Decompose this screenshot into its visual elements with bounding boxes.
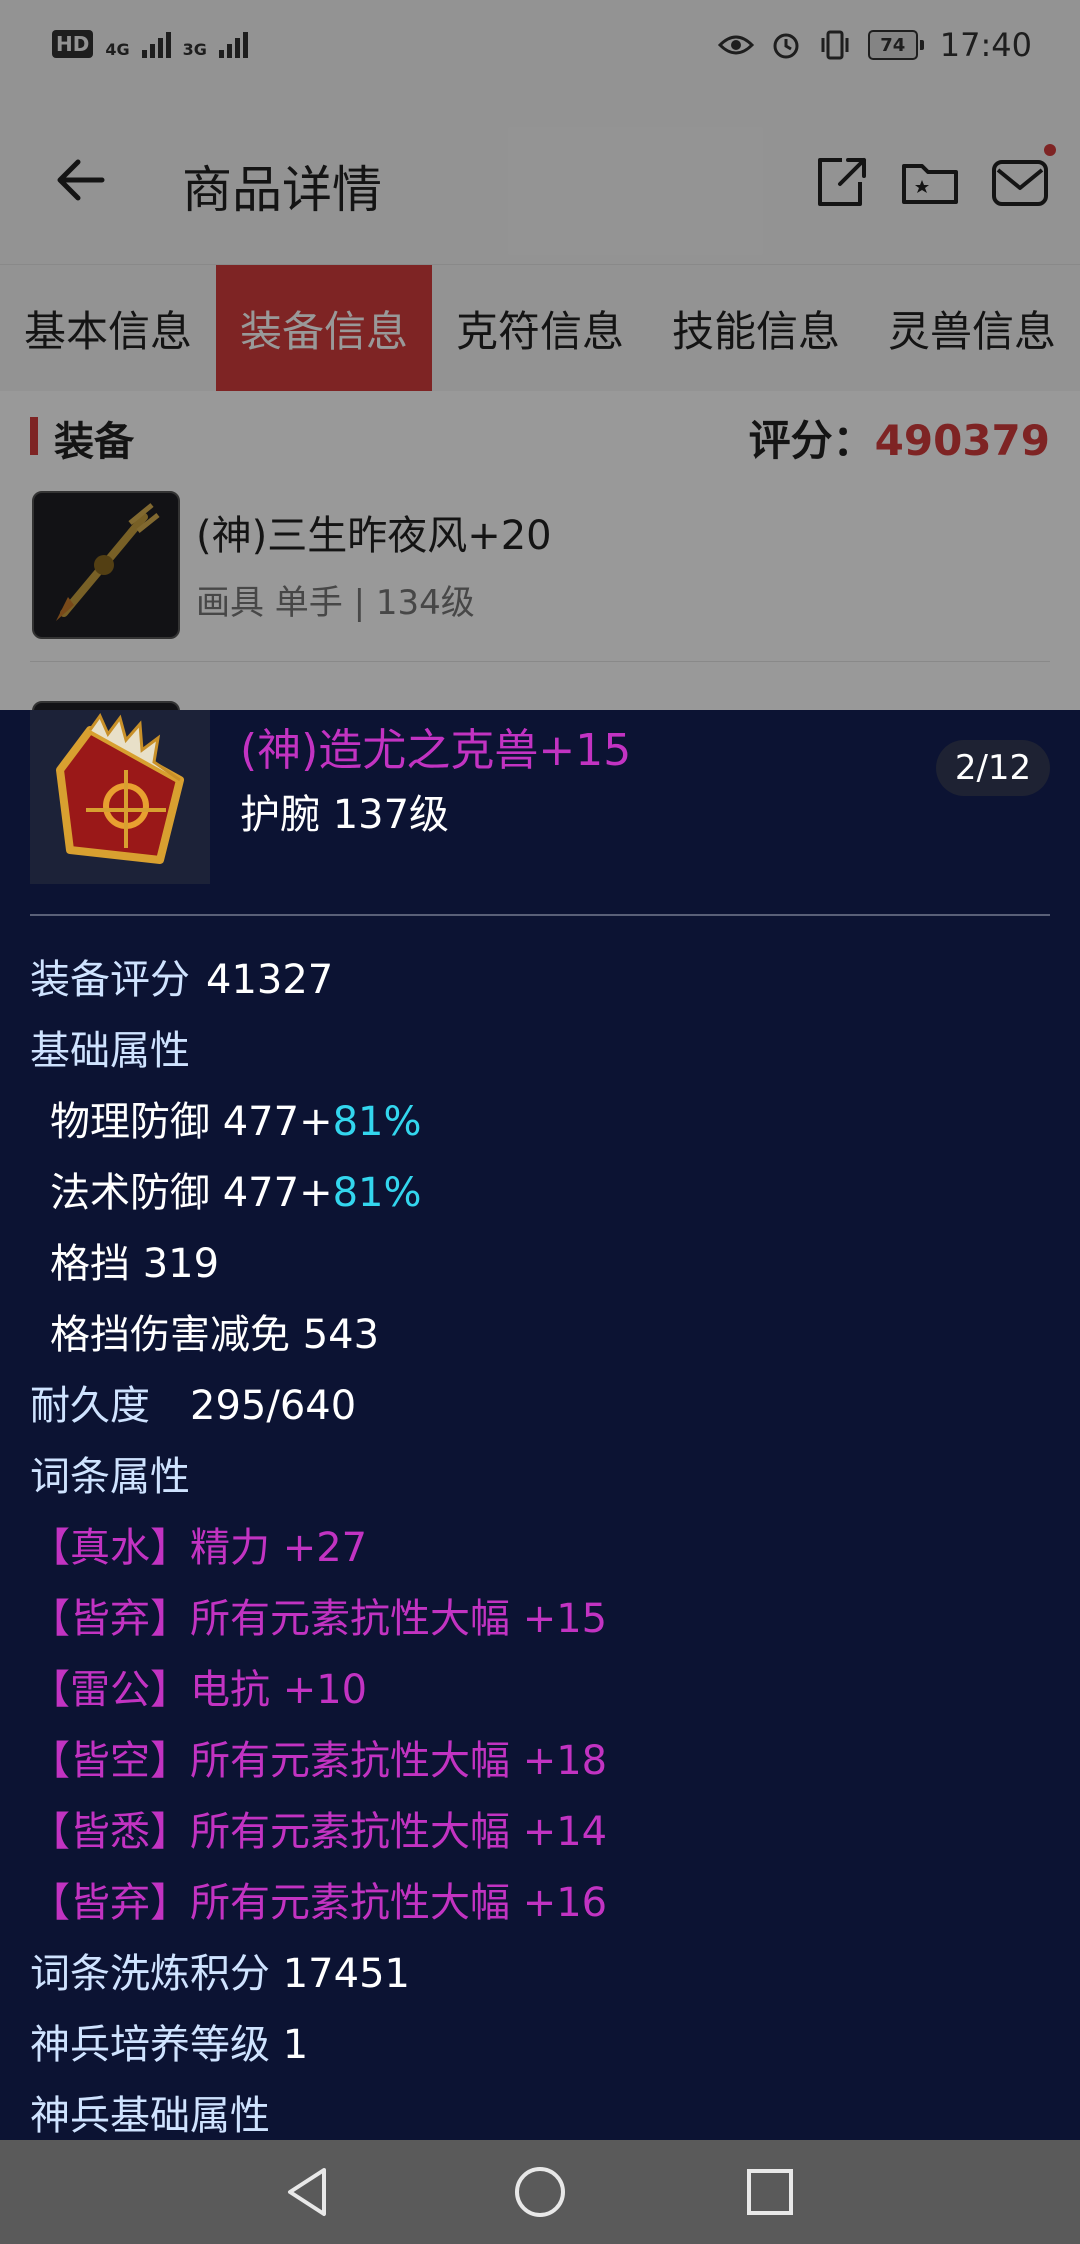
equip-score-row: 装备评分 41327 [30, 950, 1050, 1021]
affix-tag: 【皆悉】 [30, 1809, 190, 1855]
affix-text: 精力 +27 [190, 1525, 368, 1571]
attr-value: 477+ [222, 1170, 333, 1216]
durability-value: 295/640 [190, 1383, 357, 1429]
affix-row: 【皆弃】所有元素抗性大幅 +16 [30, 1873, 1050, 1944]
attr-bonus: 81% [332, 1099, 422, 1145]
equip-score-value: 41327 [206, 957, 334, 1003]
system-nav-bar [0, 2140, 1080, 2244]
affix-text: 所有元素抗性大幅 +18 [190, 1738, 608, 1784]
attr-bonus: 81% [332, 1170, 422, 1216]
attr-row: 格挡 319 [30, 1234, 1050, 1305]
affix-row: 【真水】精力 +27 [30, 1518, 1050, 1589]
affix-heading: 词条属性 [30, 1447, 1050, 1518]
dim-overlay[interactable] [0, 0, 1080, 710]
divider [30, 914, 1050, 916]
attr-name: 物理防御 [50, 1099, 210, 1145]
weapon-base-row: 神兵基础属性 [30, 2086, 1050, 2140]
affix-text: 所有元素抗性大幅 +14 [190, 1809, 608, 1855]
train-value: 1 [282, 2022, 309, 2068]
attr-row: 法术防御 477+81% [30, 1163, 1050, 1234]
attr-row: 格挡伤害减免 543 [30, 1305, 1050, 1376]
train-label: 神兵培养等级 [30, 2022, 270, 2068]
equipment-image [30, 710, 210, 884]
affix-label: 词条属性 [30, 1454, 190, 1500]
affix-row: 【雷公】电抗 +10 [30, 1660, 1050, 1731]
affix-tag: 【雷公】 [30, 1667, 190, 1713]
equip-score-label: 装备评分 [30, 957, 190, 1003]
attr-value: 477+ [222, 1099, 333, 1145]
home-circle-icon[interactable] [512, 2164, 568, 2220]
affix-text: 电抗 +10 [190, 1667, 368, 1713]
equipment-detail-name: (神)造尤之克兽+15 [240, 725, 632, 776]
affix-tag: 【皆弃】 [30, 1880, 190, 1926]
affix-row: 【皆空】所有元素抗性大幅 +18 [30, 1731, 1050, 1802]
train-row: 神兵培养等级 1 [30, 2015, 1050, 2086]
equipment-detail-type: 护腕 137级 [240, 792, 450, 838]
affix-text: 所有元素抗性大幅 +16 [190, 1880, 608, 1926]
page-indicator: 2/12 [936, 740, 1050, 796]
base-attr-label: 基础属性 [30, 1028, 190, 1074]
equipment-detail-panel: (神)造尤之克兽+15 护腕 137级 2/12 装备评分 41327 基础属性 … [0, 710, 1080, 2140]
refine-label: 词条洗炼积分 [30, 1951, 270, 1997]
refine-row: 词条洗炼积分 17451 [30, 1944, 1050, 2015]
durability-label: 耐久度 [30, 1383, 150, 1429]
refine-value: 17451 [282, 1951, 410, 1997]
attribute-list: 装备评分 41327 基础属性 物理防御 477+81% 法术防御 477+81%… [30, 950, 1050, 2140]
affix-tag: 【皆空】 [30, 1738, 190, 1784]
attr-name: 格挡 [50, 1241, 130, 1287]
attr-value: 319 [142, 1241, 220, 1287]
attr-name: 格挡伤害减免 [50, 1312, 290, 1358]
base-attr-heading: 基础属性 [30, 1021, 1050, 1092]
affix-row: 【皆弃】所有元素抗性大幅 +15 [30, 1589, 1050, 1660]
attr-value: 543 [302, 1312, 380, 1358]
weapon-base-label: 神兵基础属性 [30, 2093, 270, 2139]
recents-square-icon[interactable] [742, 2164, 798, 2220]
affix-tag: 【皆弃】 [30, 1596, 190, 1642]
affix-text: 所有元素抗性大幅 +15 [190, 1596, 608, 1642]
attr-row: 物理防御 477+81% [30, 1092, 1050, 1163]
affix-tag: 【真水】 [30, 1525, 190, 1571]
attr-name: 法术防御 [50, 1170, 210, 1216]
back-triangle-icon[interactable] [280, 2164, 336, 2220]
durability-row: 耐久度 295/640 [30, 1376, 1050, 1447]
affix-row: 【皆悉】所有元素抗性大幅 +14 [30, 1802, 1050, 1873]
